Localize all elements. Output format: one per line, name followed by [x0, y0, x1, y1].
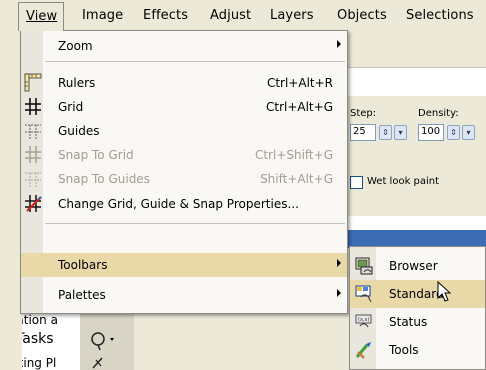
browser-icon: [355, 257, 373, 275]
menu-item-zoom[interactable]: Zoom: [21, 34, 347, 58]
submenu-item-status[interactable]: (x,x) Status: [350, 308, 485, 336]
submenu-item-label: Standard: [389, 287, 444, 301]
toolbars-submenu: Browser Standard (x,x) Status Tools: [349, 246, 486, 370]
step-input[interactable]: 25: [350, 124, 376, 141]
view-menu: Zoom Rulers Ctrl+Alt+R Grid Ctrl+Alt+G G…: [20, 30, 348, 314]
submenu-arrow-icon: [337, 289, 341, 297]
grid-icon: [25, 98, 41, 115]
menu-adjust[interactable]: Adjust: [210, 8, 251, 23]
submenu-arrow-icon: [337, 259, 341, 267]
pen-tool-icon[interactable]: [90, 356, 110, 370]
wet-look-checkbox[interactable]: [350, 176, 363, 189]
menu-bar: View Image Effects Adjust Layers Objects…: [0, 0, 486, 31]
density-spin-button[interactable]: ⇕: [447, 125, 460, 140]
menu-layers[interactable]: Layers: [270, 8, 314, 23]
menu-item-toolbars[interactable]: Toolbars: [21, 253, 347, 277]
menu-item-shortcut: Ctrl+Shift+G: [254, 148, 333, 162]
menu-item-label: Snap To Grid: [58, 148, 134, 162]
menu-item-change-grid-properties[interactable]: Change Grid, Guide & Snap Properties...: [21, 192, 347, 216]
density-input[interactable]: 100: [418, 124, 444, 141]
menu-item-shortcut: Shift+Alt+G: [260, 172, 333, 186]
menu-separator: [45, 223, 345, 224]
left-edge-strip: [0, 30, 22, 370]
menu-item-snap-to-guides[interactable]: Snap To Guides Shift+Alt+G: [21, 167, 347, 191]
menu-image[interactable]: Image: [82, 8, 123, 23]
rulers-icon: [24, 73, 42, 92]
wet-look-label: Wet look paint: [367, 176, 440, 187]
lasso-tool-icon[interactable]: [88, 330, 118, 352]
menu-selections[interactable]: Selections: [406, 8, 474, 23]
menu-item-label: Toolbars: [58, 258, 108, 272]
mouse-cursor-icon: [437, 281, 452, 302]
menu-item-label: Change Grid, Guide & Snap Properties...: [58, 197, 299, 211]
menu-view[interactable]: View: [18, 2, 65, 31]
density-label: Density:: [418, 108, 459, 119]
menu-item-grid[interactable]: Grid Ctrl+Alt+G: [21, 95, 347, 119]
menu-item-shortcut: Ctrl+Alt+R: [266, 76, 333, 90]
tools-icon: [355, 342, 371, 359]
svg-text:(x,x): (x,x): [358, 317, 369, 323]
submenu-item-label: Tools: [389, 343, 419, 357]
submenu-item-tools[interactable]: Tools: [350, 336, 485, 364]
step-label: Step:: [350, 108, 377, 119]
menu-item-label: Rulers: [58, 76, 96, 90]
step-spin-button[interactable]: ⇕: [379, 125, 392, 140]
snap-to-grid-icon: [25, 146, 41, 163]
submenu-item-label: Status: [389, 315, 428, 329]
step-dropdown-button[interactable]: ▾: [394, 125, 407, 140]
submenu-item-browser[interactable]: Browser: [350, 252, 485, 280]
tool-options-panel: Step: Density: 25 ⇕ ▾ 100 ⇕ ▾ Wet look p…: [346, 96, 486, 216]
menu-item-label: Zoom: [58, 39, 93, 53]
menu-effects[interactable]: Effects: [143, 8, 188, 23]
menu-item-guides[interactable]: Guides: [21, 119, 347, 143]
submenu-arrow-icon: [337, 40, 341, 48]
standard-icon: [355, 285, 372, 303]
guides-icon: [25, 124, 41, 139]
submenu-item-label: Browser: [389, 259, 438, 273]
menu-item-shortcut: Ctrl+Alt+G: [265, 100, 333, 114]
menu-objects[interactable]: Objects: [337, 8, 387, 23]
menu-item-label: Grid: [58, 100, 84, 114]
density-dropdown-button[interactable]: ▾: [462, 125, 475, 140]
menu-item-rulers[interactable]: Rulers Ctrl+Alt+R: [21, 71, 347, 95]
status-icon: (x,x): [355, 314, 372, 328]
menu-item-palettes[interactable]: Palettes: [21, 283, 347, 307]
menu-separator: [45, 61, 345, 62]
menu-item-label: Guides: [58, 124, 100, 138]
snap-to-guides-icon: [25, 172, 41, 187]
menu-item-label: Snap To Guides: [58, 172, 150, 186]
menu-item-snap-to-grid[interactable]: Snap To Grid Ctrl+Shift+G: [21, 143, 347, 167]
menu-view-label: View: [26, 9, 58, 24]
grid-properties-icon: [25, 195, 42, 212]
menu-item-label: Palettes: [58, 288, 106, 302]
submenu-item-standard[interactable]: Standard: [350, 280, 485, 308]
